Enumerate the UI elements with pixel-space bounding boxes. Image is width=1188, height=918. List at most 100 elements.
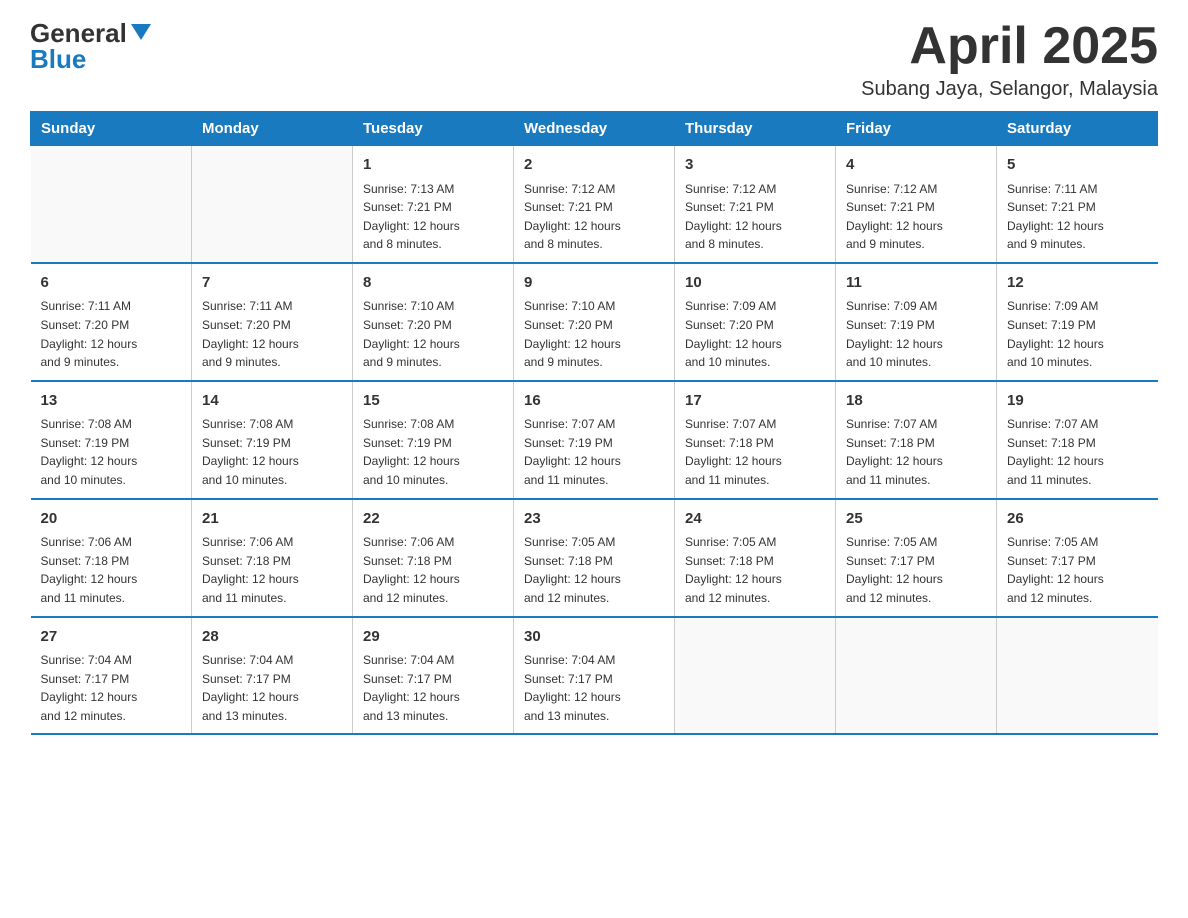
calendar-table: SundayMondayTuesdayWednesdayThursdayFrid… bbox=[30, 111, 1158, 735]
day-number: 11 bbox=[846, 272, 986, 295]
day-info: Sunrise: 7:05 AM Sunset: 7:17 PM Dayligh… bbox=[1007, 533, 1148, 607]
day-number: 21 bbox=[202, 508, 342, 531]
calendar-cell: 2 Sunrise: 7:12 AM Sunset: 7:21 PM Daylig… bbox=[514, 146, 675, 263]
day-info: Sunrise: 7:12 AM Sunset: 7:21 PM Dayligh… bbox=[846, 180, 986, 254]
calendar-week-4: 20Sunrise: 7:06 AM Sunset: 7:18 PM Dayli… bbox=[31, 499, 1158, 617]
day-info: Sunrise: 7:11 AM Sunset: 7:20 PM Dayligh… bbox=[41, 297, 182, 371]
day-info: Sunrise: 7:04 AM Sunset: 7:17 PM Dayligh… bbox=[363, 651, 503, 725]
day-info: Sunrise: 7:04 AM Sunset: 7:17 PM Dayligh… bbox=[202, 651, 342, 725]
calendar-cell: 4 Sunrise: 7:12 AM Sunset: 7:21 PM Daylig… bbox=[836, 146, 997, 263]
calendar-cell: 25Sunrise: 7:05 AM Sunset: 7:17 PM Dayli… bbox=[836, 499, 997, 617]
day-info: Sunrise: 7:04 AM Sunset: 7:17 PM Dayligh… bbox=[41, 651, 182, 725]
logo-triangle-icon bbox=[131, 24, 151, 40]
calendar-cell bbox=[675, 617, 836, 735]
calendar-cell: 18Sunrise: 7:07 AM Sunset: 7:18 PM Dayli… bbox=[836, 381, 997, 499]
day-number: 22 bbox=[363, 508, 503, 531]
day-info: Sunrise: 7:07 AM Sunset: 7:18 PM Dayligh… bbox=[846, 415, 986, 489]
day-info: Sunrise: 7:07 AM Sunset: 7:18 PM Dayligh… bbox=[1007, 415, 1148, 489]
day-number: 15 bbox=[363, 390, 503, 413]
calendar-cell: 11Sunrise: 7:09 AM Sunset: 7:19 PM Dayli… bbox=[836, 263, 997, 381]
day-info: Sunrise: 7:08 AM Sunset: 7:19 PM Dayligh… bbox=[41, 415, 182, 489]
calendar-cell: 26Sunrise: 7:05 AM Sunset: 7:17 PM Dayli… bbox=[997, 499, 1158, 617]
calendar-cell: 30Sunrise: 7:04 AM Sunset: 7:17 PM Dayli… bbox=[514, 617, 675, 735]
calendar-body: 1 Sunrise: 7:13 AM Sunset: 7:21 PM Daylig… bbox=[31, 146, 1158, 735]
calendar-cell: 7Sunrise: 7:11 AM Sunset: 7:20 PM Daylig… bbox=[192, 263, 353, 381]
weekday-row: SundayMondayTuesdayWednesdayThursdayFrid… bbox=[31, 112, 1158, 146]
calendar-week-5: 27Sunrise: 7:04 AM Sunset: 7:17 PM Dayli… bbox=[31, 617, 1158, 735]
day-info: Sunrise: 7:12 AM Sunset: 7:21 PM Dayligh… bbox=[685, 180, 825, 254]
calendar-cell: 15Sunrise: 7:08 AM Sunset: 7:19 PM Dayli… bbox=[353, 381, 514, 499]
day-number: 7 bbox=[202, 272, 342, 295]
calendar-cell: 13Sunrise: 7:08 AM Sunset: 7:19 PM Dayli… bbox=[31, 381, 192, 499]
day-info: Sunrise: 7:11 AM Sunset: 7:21 PM Dayligh… bbox=[1007, 180, 1148, 254]
calendar-cell: 5Sunrise: 7:11 AM Sunset: 7:21 PM Daylig… bbox=[997, 146, 1158, 263]
day-info: Sunrise: 7:13 AM Sunset: 7:21 PM Dayligh… bbox=[363, 180, 503, 254]
day-info: Sunrise: 7:10 AM Sunset: 7:20 PM Dayligh… bbox=[363, 297, 503, 371]
day-info: Sunrise: 7:05 AM Sunset: 7:18 PM Dayligh… bbox=[685, 533, 825, 607]
calendar-cell: 14Sunrise: 7:08 AM Sunset: 7:19 PM Dayli… bbox=[192, 381, 353, 499]
day-number: 1 bbox=[363, 154, 503, 177]
calendar-week-2: 6Sunrise: 7:11 AM Sunset: 7:20 PM Daylig… bbox=[31, 263, 1158, 381]
day-number: 9 bbox=[524, 272, 664, 295]
calendar-cell bbox=[997, 617, 1158, 735]
calendar-cell bbox=[31, 146, 192, 263]
calendar-cell: 23Sunrise: 7:05 AM Sunset: 7:18 PM Dayli… bbox=[514, 499, 675, 617]
calendar-week-1: 1 Sunrise: 7:13 AM Sunset: 7:21 PM Daylig… bbox=[31, 146, 1158, 263]
calendar-cell: 24Sunrise: 7:05 AM Sunset: 7:18 PM Dayli… bbox=[675, 499, 836, 617]
day-number: 24 bbox=[685, 508, 825, 531]
weekday-header-thursday: Thursday bbox=[675, 112, 836, 146]
calendar-cell: 17Sunrise: 7:07 AM Sunset: 7:18 PM Dayli… bbox=[675, 381, 836, 499]
calendar-header: SundayMondayTuesdayWednesdayThursdayFrid… bbox=[31, 112, 1158, 146]
day-info: Sunrise: 7:08 AM Sunset: 7:19 PM Dayligh… bbox=[202, 415, 342, 489]
calendar-cell bbox=[192, 146, 353, 263]
day-info: Sunrise: 7:06 AM Sunset: 7:18 PM Dayligh… bbox=[363, 533, 503, 607]
day-number: 13 bbox=[41, 390, 182, 413]
calendar-cell: 21Sunrise: 7:06 AM Sunset: 7:18 PM Dayli… bbox=[192, 499, 353, 617]
day-info: Sunrise: 7:12 AM Sunset: 7:21 PM Dayligh… bbox=[524, 180, 664, 254]
day-info: Sunrise: 7:05 AM Sunset: 7:17 PM Dayligh… bbox=[846, 533, 986, 607]
day-info: Sunrise: 7:10 AM Sunset: 7:20 PM Dayligh… bbox=[524, 297, 664, 371]
calendar-cell bbox=[836, 617, 997, 735]
day-info: Sunrise: 7:04 AM Sunset: 7:17 PM Dayligh… bbox=[524, 651, 664, 725]
calendar-cell: 8Sunrise: 7:10 AM Sunset: 7:20 PM Daylig… bbox=[353, 263, 514, 381]
day-info: Sunrise: 7:06 AM Sunset: 7:18 PM Dayligh… bbox=[41, 533, 182, 607]
day-number: 17 bbox=[685, 390, 825, 413]
day-number: 3 bbox=[685, 154, 825, 177]
weekday-header-sunday: Sunday bbox=[31, 112, 192, 146]
day-number: 6 bbox=[41, 272, 182, 295]
day-number: 10 bbox=[685, 272, 825, 295]
calendar-cell: 6Sunrise: 7:11 AM Sunset: 7:20 PM Daylig… bbox=[31, 263, 192, 381]
calendar-cell: 22Sunrise: 7:06 AM Sunset: 7:18 PM Dayli… bbox=[353, 499, 514, 617]
day-number: 30 bbox=[524, 626, 664, 649]
day-info: Sunrise: 7:05 AM Sunset: 7:18 PM Dayligh… bbox=[524, 533, 664, 607]
day-info: Sunrise: 7:08 AM Sunset: 7:19 PM Dayligh… bbox=[363, 415, 503, 489]
day-number: 27 bbox=[41, 626, 182, 649]
calendar-cell: 9Sunrise: 7:10 AM Sunset: 7:20 PM Daylig… bbox=[514, 263, 675, 381]
calendar-cell: 10Sunrise: 7:09 AM Sunset: 7:20 PM Dayli… bbox=[675, 263, 836, 381]
weekday-header-saturday: Saturday bbox=[997, 112, 1158, 146]
title-block: April 2025 Subang Jaya, Selangor, Malays… bbox=[861, 20, 1158, 101]
day-number: 28 bbox=[202, 626, 342, 649]
calendar-cell: 28Sunrise: 7:04 AM Sunset: 7:17 PM Dayli… bbox=[192, 617, 353, 735]
day-number: 8 bbox=[363, 272, 503, 295]
day-number: 25 bbox=[846, 508, 986, 531]
day-number: 16 bbox=[524, 390, 664, 413]
calendar-cell: 29Sunrise: 7:04 AM Sunset: 7:17 PM Dayli… bbox=[353, 617, 514, 735]
day-info: Sunrise: 7:09 AM Sunset: 7:20 PM Dayligh… bbox=[685, 297, 825, 371]
day-number: 29 bbox=[363, 626, 503, 649]
weekday-header-friday: Friday bbox=[836, 112, 997, 146]
day-info: Sunrise: 7:07 AM Sunset: 7:18 PM Dayligh… bbox=[685, 415, 825, 489]
day-info: Sunrise: 7:09 AM Sunset: 7:19 PM Dayligh… bbox=[846, 297, 986, 371]
logo-blue-text: Blue bbox=[30, 46, 86, 72]
day-info: Sunrise: 7:06 AM Sunset: 7:18 PM Dayligh… bbox=[202, 533, 342, 607]
calendar-cell: 20Sunrise: 7:06 AM Sunset: 7:18 PM Dayli… bbox=[31, 499, 192, 617]
weekday-header-wednesday: Wednesday bbox=[514, 112, 675, 146]
day-number: 26 bbox=[1007, 508, 1148, 531]
day-number: 4 bbox=[846, 154, 986, 177]
weekday-header-monday: Monday bbox=[192, 112, 353, 146]
calendar-cell: 3 Sunrise: 7:12 AM Sunset: 7:21 PM Daylig… bbox=[675, 146, 836, 263]
day-number: 20 bbox=[41, 508, 182, 531]
page-header: General Blue April 2025 Subang Jaya, Sel… bbox=[30, 20, 1158, 101]
day-number: 2 bbox=[524, 154, 664, 177]
logo-general-text: General bbox=[30, 20, 127, 46]
